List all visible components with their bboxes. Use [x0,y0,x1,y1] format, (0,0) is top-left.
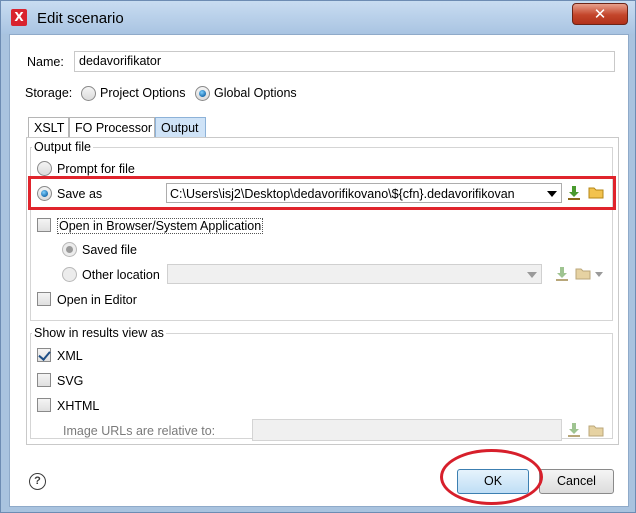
open-in-browser-checkbox[interactable] [37,218,51,232]
storage-label: Storage: [25,86,73,100]
help-icon[interactable]: ? [29,473,46,490]
image-urls-input[interactable] [252,419,562,441]
project-options-radio[interactable] [81,86,96,101]
xml-checkbox[interactable] [37,348,51,362]
tab-xslt[interactable]: XSLT [28,117,69,138]
saved-file-radio[interactable] [62,242,77,257]
xml-label: XML [57,349,83,363]
window-title: Edit scenario [37,10,124,27]
name-input[interactable]: dedavorifikator [74,51,615,72]
title-bar[interactable]: X Edit scenario ✕ [1,1,635,34]
xhtml-checkbox[interactable] [37,398,51,412]
insert-editor-variable-icon[interactable] [567,423,581,437]
tab-fo-processor[interactable]: FO Processor [69,117,155,138]
open-in-editor-label: Open in Editor [57,293,137,307]
name-label: Name: [27,55,64,69]
image-urls-label: Image URLs are relative to: [63,424,216,438]
global-options-label: Global Options [214,86,297,100]
other-location-label: Other location [82,268,160,282]
highlight-rectangle [28,176,616,210]
highlight-ellipse [440,449,543,505]
chevron-down-icon[interactable] [595,272,603,277]
browse-folder-icon[interactable] [588,423,604,437]
tab-output[interactable]: Output [155,117,206,138]
oxygen-app-icon: X [11,9,27,26]
browse-folder-icon[interactable] [575,266,591,280]
xhtml-label: XHTML [57,399,100,413]
other-location-combo[interactable] [167,264,542,284]
close-button[interactable]: ✕ [572,3,628,25]
svg-checkbox[interactable] [37,373,51,387]
dialog-body: Name: dedavorifikator Storage: Project O… [9,34,629,507]
chevron-down-icon [527,272,537,278]
saved-file-label: Saved file [82,243,137,257]
insert-editor-variable-icon[interactable] [555,267,569,281]
other-location-radio[interactable] [62,267,77,282]
output-file-group-title: Output file [32,140,93,154]
cancel-button[interactable]: Cancel [539,469,614,494]
prompt-for-file-radio[interactable] [37,161,52,176]
svg-label: SVG [57,374,84,388]
open-in-editor-checkbox[interactable] [37,292,51,306]
edit-scenario-window: X Edit scenario ✕ Name: dedavorifikator … [0,0,636,513]
global-options-radio[interactable] [195,86,210,101]
project-options-label: Project Options [100,86,186,100]
results-view-group-title: Show in results view as [32,326,166,340]
prompt-for-file-label: Prompt for file [57,162,135,176]
open-in-browser-label: Open in Browser/System Application [57,218,264,234]
